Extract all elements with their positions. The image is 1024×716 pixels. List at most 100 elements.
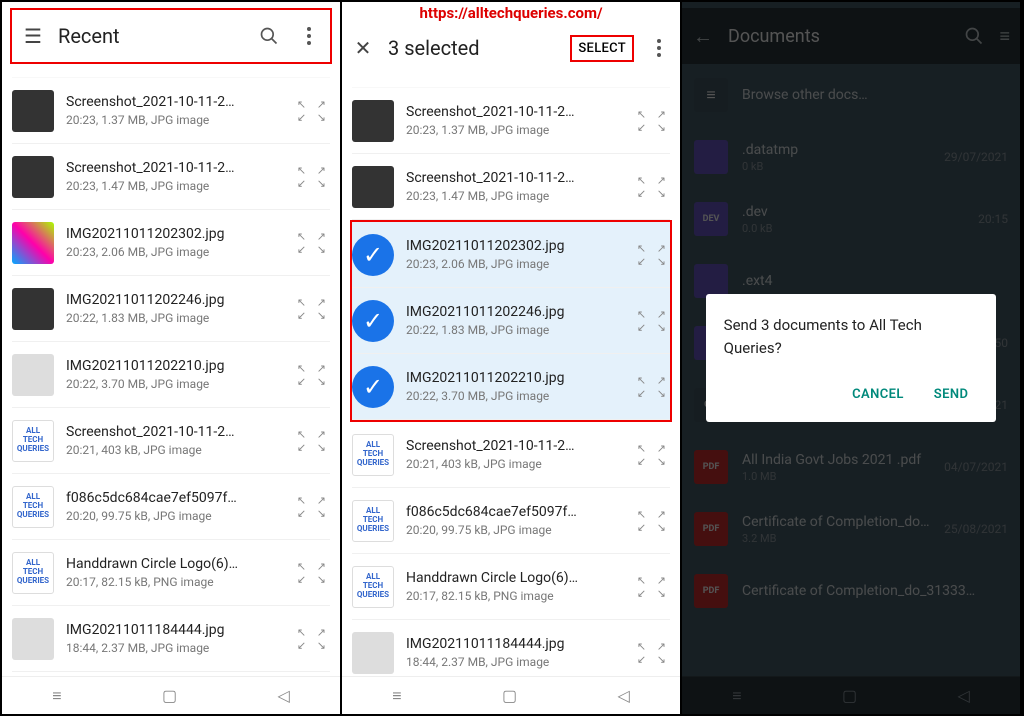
file-text: IMG20211011202246.jpg20:22, 1.83 MB, JPG… (66, 292, 285, 325)
nav-home-icon[interactable]: ▢ (162, 686, 177, 705)
nav-home-icon[interactable]: ▢ (842, 686, 857, 705)
nav-bar: ≡ ▢ ◁ (2, 676, 340, 714)
file-row[interactable]: IMG20211011202302.jpg20:23, 2.06 MB, JPG… (12, 210, 330, 276)
selected-check-icon: ✓ (352, 366, 394, 408)
file-row[interactable]: ✓IMG20211011202210.jpg20:22, 3.70 MB, JP… (352, 354, 670, 420)
expand-icon[interactable]: ↖ ↗↙ ↘ (297, 231, 330, 255)
nav-home-icon[interactable]: ▢ (502, 686, 517, 705)
sort-icon[interactable]: ≡ (999, 26, 1010, 47)
expand-icon[interactable]: ↖ ↗↙ ↘ (297, 627, 330, 651)
file-row[interactable]: IMG20211011202210.jpg20:22, 3.70 MB, JPG… (12, 342, 330, 408)
expand-icon[interactable]: ↖ ↗↙ ↘ (637, 175, 670, 199)
file-row[interactable]: ALL TECH QUERIESf086c5dc684cae7ef5097f…2… (12, 474, 330, 540)
expand-icon[interactable]: ↖ ↗↙ ↘ (637, 509, 670, 533)
file-row[interactable]: ✓IMG20211011202302.jpg20:23, 2.06 MB, JP… (352, 222, 670, 288)
browse-label: Browse other docs… (742, 87, 1008, 103)
file-row[interactable]: IMG20211011202246.jpg20:22, 1.83 MB, JPG… (12, 276, 330, 342)
doc-row[interactable]: PDFAll India Govt Jobs 2021 .pdf1.0 MB04… (694, 436, 1008, 498)
file-text: Screenshot_2021-10-11-2…20:21, 403 kB, J… (66, 424, 285, 457)
browse-other-row[interactable]: ≡ Browse other docs… (694, 64, 1008, 126)
file-meta: 20:17, 82.15 kB, PNG image (66, 575, 285, 589)
file-row[interactable]: ALL TECH QUERIESHanddrawn Circle Logo(6)… (12, 540, 330, 606)
search-icon[interactable] (963, 25, 985, 47)
file-name: Screenshot_2021-10-11-2… (406, 104, 625, 120)
expand-icon[interactable]: ↖ ↗↙ ↘ (637, 641, 670, 665)
expand-icon[interactable]: ↖ ↗↙ ↘ (637, 443, 670, 467)
file-thumbnail (12, 222, 54, 264)
doc-row[interactable]: .datatmp0 kB29/07/2021 (694, 126, 1008, 188)
nav-back-icon[interactable]: ◁ (277, 686, 289, 705)
nav-recent-icon[interactable]: ≡ (732, 686, 741, 706)
expand-icon[interactable]: ↖ ↗↙ ↘ (297, 165, 330, 189)
expand-icon[interactable]: ↖ ↗↙ ↘ (297, 561, 330, 585)
expand-icon[interactable]: ↖ ↗↙ ↘ (637, 109, 670, 133)
send-button[interactable]: SEND (924, 379, 979, 410)
file-meta: 20:22, 1.83 MB, JPG image (406, 323, 625, 337)
file-row[interactable]: ALL TECH QUERIESf086c5dc684cae7ef5097f…2… (352, 488, 670, 554)
file-row[interactable]: ALL TECH QUERIESHanddrawn Circle Logo(6)… (352, 554, 670, 620)
select-button[interactable]: SELECT (570, 35, 634, 62)
more-icon[interactable] (648, 37, 670, 59)
panel-recent: ☰ Recent Screenshot_2021-10-11-2…20:23, … (2, 2, 342, 714)
file-name: Screenshot_2021-10-11-2… (406, 170, 625, 186)
nav-recent-icon[interactable]: ≡ (392, 686, 401, 706)
file-meta: 20:17, 82.15 kB, PNG image (406, 589, 625, 603)
file-meta: 18:44, 2.37 MB, JPG image (406, 655, 625, 669)
file-row[interactable]: ALL TECH QUERIESScreenshot_2021-10-11-2…… (12, 408, 330, 474)
file-meta: 20:23, 1.47 MB, JPG image (66, 179, 285, 193)
file-meta: 20:21, 403 kB, JPG image (406, 457, 625, 471)
expand-icon[interactable]: ↖ ↗↙ ↘ (297, 297, 330, 321)
file-list[interactable]: Screenshot_2021-10-11-2…20:23, 1.37 MB, … (2, 78, 340, 676)
nav-back-icon[interactable]: ◁ (957, 686, 969, 705)
expand-icon[interactable]: ↖ ↗↙ ↘ (297, 429, 330, 453)
file-thumbnail (12, 156, 54, 198)
file-meta: 20:22, 3.70 MB, JPG image (66, 377, 285, 391)
back-icon[interactable]: ← (692, 25, 714, 47)
file-text: Handdrawn Circle Logo(6)…20:17, 82.15 kB… (406, 570, 625, 603)
dialog-message: Send 3 documents to All Tech Queries? (724, 314, 979, 359)
file-meta: 18:44, 2.37 MB, JPG image (66, 641, 285, 655)
expand-icon[interactable]: ↖ ↗↙ ↘ (637, 309, 670, 333)
file-text: IMG20211011202302.jpg20:23, 2.06 MB, JPG… (406, 238, 625, 271)
file-row[interactable]: Screenshot_2021-10-11-2…20:23, 1.47 MB, … (12, 144, 330, 210)
doc-row[interactable]: PDFCertificate of Completion_do_31333… (694, 560, 1008, 622)
search-icon[interactable] (258, 25, 280, 47)
expand-icon[interactable]: ↖ ↗↙ ↘ (637, 375, 670, 399)
expand-icon[interactable]: ↖ ↗↙ ↘ (637, 243, 670, 267)
nav-recent-icon[interactable]: ≡ (52, 686, 61, 706)
doc-meta: 0.0 kB (742, 222, 964, 235)
file-text: Screenshot_2021-10-11-2…20:21, 403 kB, J… (406, 438, 625, 471)
file-row[interactable]: Screenshot_2021-10-11-2…20:23, 1.37 MB, … (352, 88, 670, 154)
menu-icon[interactable]: ☰ (22, 25, 44, 47)
file-row[interactable]: Screenshot_2021-10-11-2…20:23, 1.37 MB, … (12, 78, 330, 144)
file-type-icon: DEV (694, 202, 728, 236)
nav-back-icon[interactable]: ◁ (617, 686, 629, 705)
file-row[interactable]: Screenshot_2021-10-11-2… 20:23, 1.47 MB, … (352, 154, 670, 220)
doc-date: 29/07/2021 (944, 150, 1008, 164)
doc-row[interactable]: DEV.dev0.0 kB20:15 (694, 188, 1008, 250)
file-text: IMG20211011202210.jpg20:22, 3.70 MB, JPG… (66, 358, 285, 391)
file-thumbnail (12, 618, 54, 660)
file-row[interactable]: IMG20211011184444.jpg18:44, 2.37 MB, JPG… (352, 620, 670, 676)
expand-icon[interactable]: ↖ ↗↙ ↘ (297, 363, 330, 387)
file-name: Handdrawn Circle Logo(6)… (66, 556, 285, 572)
file-meta: 20:23, 2.06 MB, JPG image (406, 257, 625, 271)
file-list[interactable]: Screenshot_2021-10-11-2…20:23, 1.37 MB, … (342, 88, 680, 676)
file-row[interactable]: ALL TECH QUERIESScreenshot_2021-10-11-2…… (352, 422, 670, 488)
partial-hidden-row (12, 66, 330, 78)
page-title: Documents (728, 26, 949, 47)
expand-icon[interactable]: ↖ ↗↙ ↘ (297, 495, 330, 519)
doc-row[interactable]: PDFCertificate of Completion_do_31332…3.… (694, 498, 1008, 560)
doc-meta: 0 kB (742, 160, 930, 173)
more-icon[interactable] (298, 25, 320, 47)
close-icon[interactable]: ✕ (352, 37, 374, 59)
expand-icon[interactable]: ↖ ↗↙ ↘ (297, 99, 330, 123)
file-thumbnail (352, 632, 394, 674)
file-row[interactable]: ✓IMG20211011202246.jpg20:22, 1.83 MB, JP… (352, 288, 670, 354)
cancel-button[interactable]: CANCEL (842, 379, 914, 410)
expand-icon[interactable]: ↖ ↗↙ ↘ (637, 575, 670, 599)
file-meta: 20:23, 1.47 MB, JPG image (406, 189, 625, 203)
file-text: Screenshot_2021-10-11-2…20:23, 1.47 MB, … (66, 160, 285, 193)
file-row[interactable]: IMG20211011184444.jpg18:44, 2.37 MB, JPG… (12, 606, 330, 672)
selected-check-icon: ✓ (352, 300, 394, 342)
